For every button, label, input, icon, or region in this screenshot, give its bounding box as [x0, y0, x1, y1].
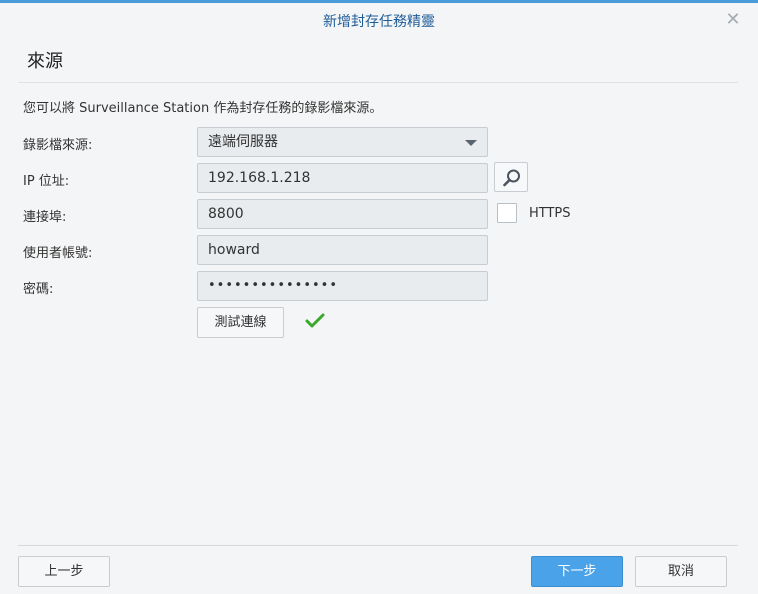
password-input[interactable]: •••••••••••••••	[197, 271, 488, 301]
source-label: 錄影檔來源:	[23, 138, 93, 153]
test-connection-button[interactable]: 測試連線	[197, 307, 284, 338]
previous-button[interactable]: 上一步	[18, 556, 110, 587]
port-label: 連接埠:	[23, 210, 67, 225]
checkmark-icon	[305, 313, 325, 328]
port-input[interactable]: 8800	[197, 199, 488, 229]
https-label[interactable]: HTTPS	[529, 206, 571, 221]
footer-divider	[18, 545, 738, 546]
section-divider	[18, 82, 738, 83]
source-select-value: 遠端伺服器	[208, 134, 278, 150]
password-label: 密碼:	[23, 282, 54, 297]
search-button[interactable]	[494, 162, 528, 192]
username-input[interactable]: howard	[197, 235, 488, 265]
dialog-title-bar[interactable]: 新增封存任務精靈 ✕	[0, 3, 758, 37]
https-checkbox[interactable]	[497, 203, 517, 223]
cancel-button[interactable]: 取消	[635, 556, 727, 587]
ip-label: IP 位址:	[23, 174, 70, 189]
ip-input[interactable]: 192.168.1.218	[197, 163, 488, 193]
intro-text: 您可以將 Surveillance Station 作為封存任務的錄影檔來源。	[23, 101, 383, 116]
close-icon[interactable]: ✕	[723, 10, 743, 30]
source-select[interactable]: 遠端伺服器	[197, 127, 488, 157]
section-title: 來源	[27, 51, 63, 72]
next-button[interactable]: 下一步	[531, 556, 623, 587]
chevron-down-icon	[465, 140, 477, 146]
username-label: 使用者帳號:	[23, 246, 93, 261]
search-icon	[503, 169, 520, 187]
dialog-title: 新增封存任務精靈	[323, 14, 435, 30]
